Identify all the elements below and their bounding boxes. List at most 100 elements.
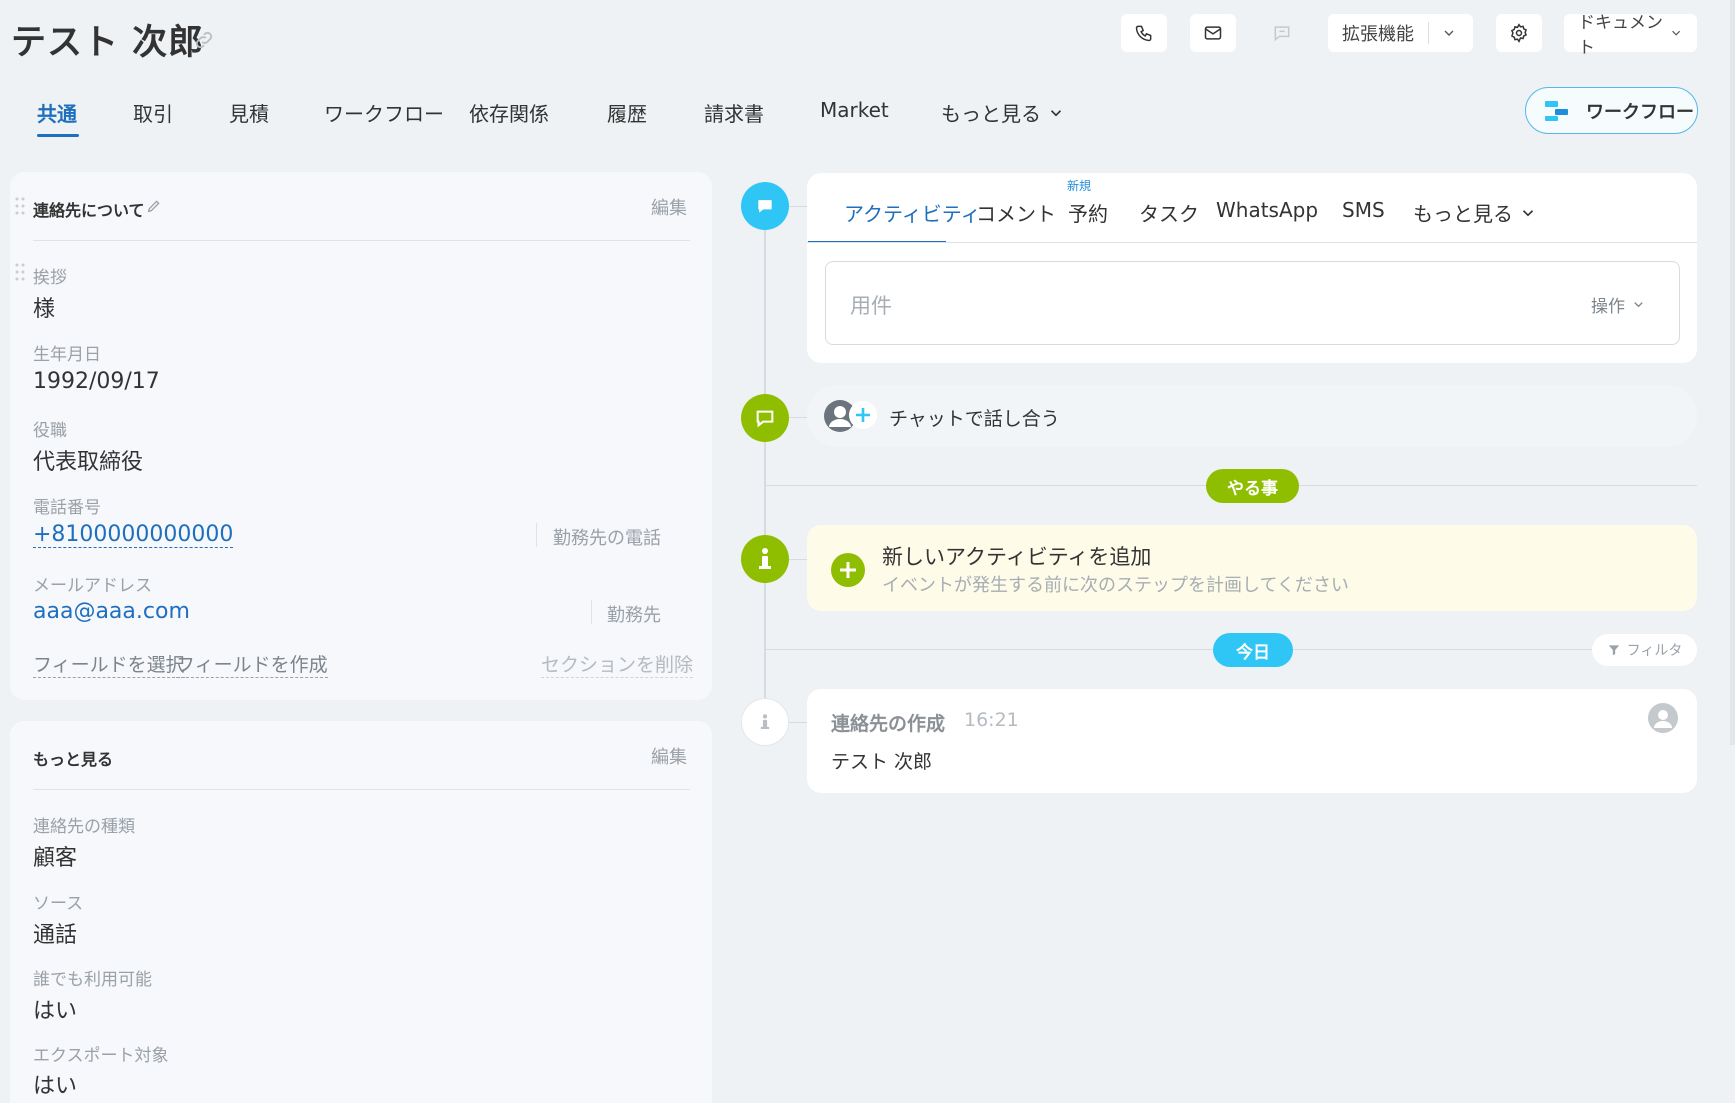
field-value[interactable]: はい <box>33 1068 77 1100</box>
tab-whatsapp[interactable]: WhatsApp <box>1216 198 1318 222</box>
extensions-label: 拡張機能 <box>1342 24 1414 45</box>
tab-comment[interactable]: コメント <box>976 198 1056 227</box>
today-pill: 今日 <box>1213 633 1293 667</box>
tab-more[interactable]: もっと見る <box>941 98 1065 127</box>
user-avatar-icon[interactable] <box>1648 703 1678 733</box>
tab-deals[interactable]: 取引 <box>133 98 173 127</box>
card-title: もっと見る <box>33 750 114 769</box>
create-field-link[interactable]: フィールドを作成 <box>176 650 328 678</box>
field-value[interactable]: 1992/09/17 <box>33 369 160 394</box>
field-label: 誰でも利用可能 <box>33 970 152 990</box>
chat-button[interactable] <box>1259 14 1305 52</box>
operation-dropdown[interactable]: 操作 <box>1591 292 1646 317</box>
tab-invoices[interactable]: 請求書 <box>704 98 764 127</box>
chat-icon <box>1274 26 1290 42</box>
field-label: 生年月日 <box>33 345 101 365</box>
log-time: 16:21 <box>964 709 1019 731</box>
timeline-log-item <box>807 689 1697 793</box>
filter-icon <box>1608 645 1619 656</box>
card-title: 連絡先について <box>33 201 145 220</box>
field-label: 役職 <box>33 421 67 441</box>
tab-more-activity[interactable]: もっと見る <box>1413 198 1537 227</box>
field-label: エクスポート対象 <box>33 1046 169 1066</box>
field-label: 挨拶 <box>33 268 67 288</box>
log-body[interactable]: テスト 次郎 <box>831 747 932 774</box>
tab-booking[interactable]: 予約 <box>1068 198 1108 227</box>
phone-link[interactable]: +8100000000000 <box>33 522 234 548</box>
settings-button[interactable] <box>1496 14 1542 52</box>
divider <box>1428 22 1429 44</box>
select-field-link[interactable]: フィールドを選択 <box>33 650 185 678</box>
filter-button[interactable]: フィルタ <box>1592 634 1697 666</box>
operation-label: 操作 <box>1591 297 1625 317</box>
todo-subtitle: イベントが発生する前に次のステップを計画してください <box>882 575 1349 596</box>
page-title: テスト 次郎 <box>11 23 205 63</box>
edit-button[interactable]: 編集 <box>651 194 687 220</box>
tab-workflow[interactable]: ワークフロー <box>324 98 444 127</box>
tab-sms[interactable]: SMS <box>1342 198 1385 222</box>
email-link[interactable]: aaa@aaa.com <box>33 599 190 624</box>
timeline-marker <box>741 394 789 442</box>
divider <box>591 600 592 624</box>
email-type: 勤務先 <box>607 605 661 626</box>
field-label: 電話番号 <box>33 498 101 518</box>
delete-section-link[interactable]: セクションを削除 <box>541 650 694 678</box>
workflow-button[interactable]: ワークフロー <box>1525 87 1698 134</box>
chat-icon <box>756 410 774 428</box>
divider <box>807 242 1697 243</box>
new-badge: 新規 <box>1067 179 1092 193</box>
active-tab-indicator <box>37 134 79 137</box>
chevron-down-icon <box>1522 209 1534 216</box>
field-value[interactable]: 通話 <box>33 917 77 949</box>
subject-input[interactable] <box>825 261 1680 345</box>
phone-type: 勤務先の電話 <box>553 528 661 549</box>
chevron-down-icon <box>1671 30 1680 36</box>
connector <box>789 417 807 418</box>
edit-button[interactable]: 編集 <box>651 743 687 769</box>
tab-history[interactable]: 履歴 <box>607 98 647 127</box>
workflow-icon <box>1545 100 1568 121</box>
extensions-dropdown[interactable]: 拡張機能 <box>1328 14 1473 52</box>
documents-label: ドキュメント <box>1578 13 1663 58</box>
tab-task[interactable]: タスク <box>1139 198 1199 227</box>
tab-activity[interactable]: アクティビティ <box>844 198 981 227</box>
connector <box>789 722 807 723</box>
plus-icon[interactable] <box>831 553 865 587</box>
timeline-marker <box>741 698 789 746</box>
divider <box>536 523 537 547</box>
drag-handle-icon[interactable] <box>15 197 25 215</box>
gear-icon <box>1510 23 1528 43</box>
connector <box>789 559 807 560</box>
timeline-marker <box>741 182 789 230</box>
field-value[interactable]: 様 <box>33 291 55 323</box>
link-icon[interactable] <box>193 29 215 51</box>
divider <box>33 789 690 790</box>
call-button[interactable] <box>1121 14 1167 52</box>
email-button[interactable] <box>1190 14 1236 52</box>
comment-icon <box>758 200 772 213</box>
log-title: 連絡先の作成 <box>831 713 946 735</box>
subject-placeholder: 用件 <box>850 294 892 318</box>
mail-icon <box>1204 26 1222 40</box>
drag-handle-icon[interactable] <box>15 263 25 281</box>
tab-common[interactable]: 共通 <box>37 98 77 127</box>
documents-dropdown[interactable]: ドキュメント <box>1564 13 1697 58</box>
timeline-marker <box>741 535 789 583</box>
field-label: メールアドレス <box>33 576 152 596</box>
pencil-icon[interactable] <box>146 198 162 214</box>
tab-market[interactable]: Market <box>820 98 889 122</box>
divider <box>33 240 690 241</box>
field-value[interactable]: 代表取締役 <box>33 444 143 476</box>
tab-dependencies[interactable]: 依存関係 <box>469 98 549 127</box>
field-value[interactable]: 顧客 <box>33 840 77 872</box>
workflow-button-label: ワークフロー <box>1586 101 1694 123</box>
tab-quotes[interactable]: 見積 <box>229 98 269 127</box>
chevron-down-icon <box>1634 302 1643 308</box>
add-icon <box>849 401 877 429</box>
field-label: 連絡先の種類 <box>33 817 135 837</box>
chevron-down-icon <box>1444 30 1454 36</box>
filter-label: フィルタ <box>1626 643 1683 659</box>
info-icon <box>759 548 771 569</box>
field-value[interactable]: はい <box>33 993 77 1025</box>
scrollbar[interactable] <box>1730 0 1735 745</box>
